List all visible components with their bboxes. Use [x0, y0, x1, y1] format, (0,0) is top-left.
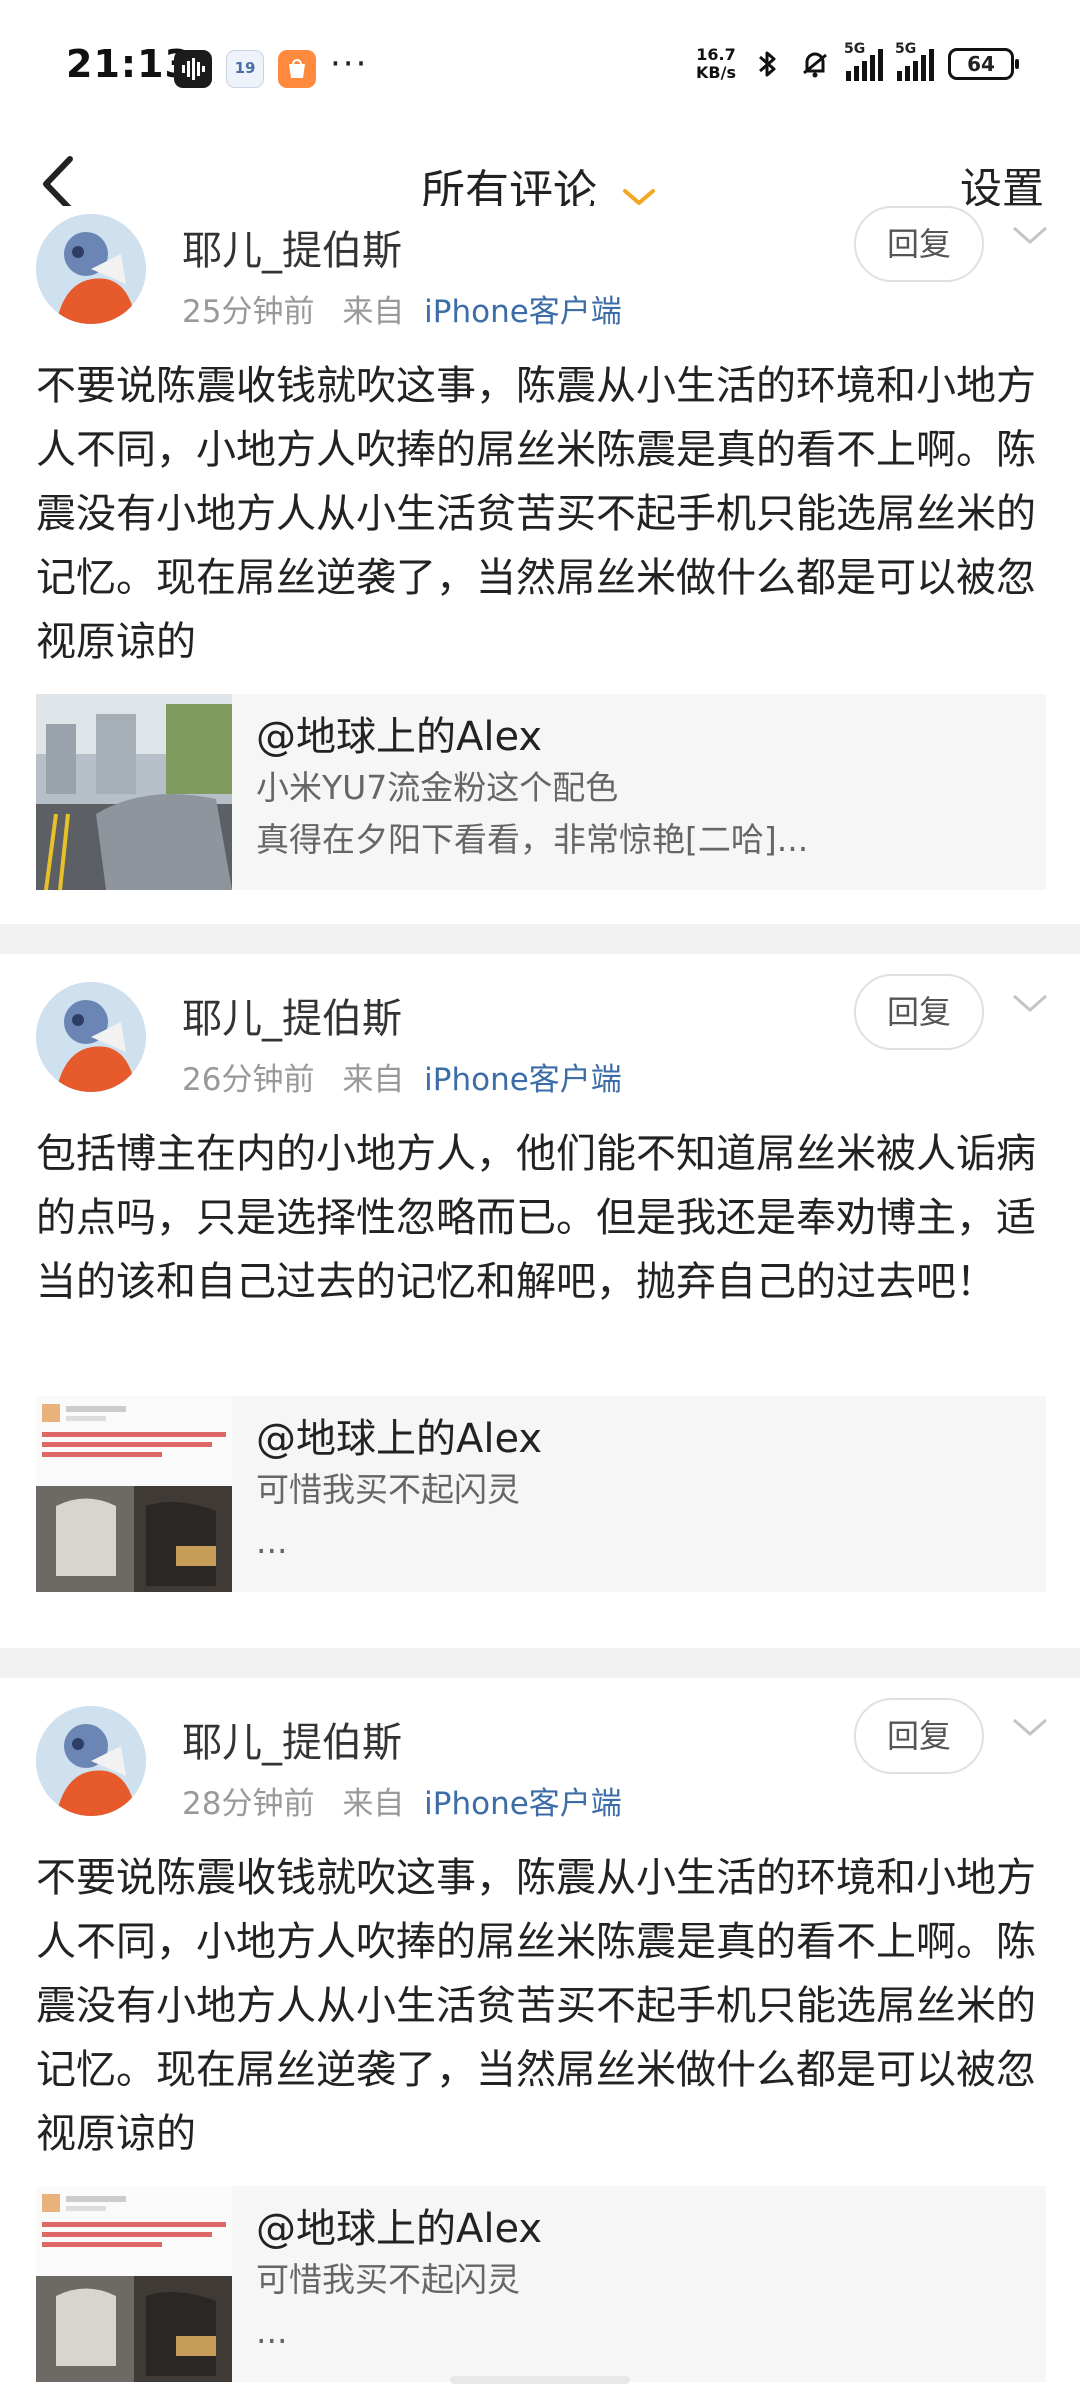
- quoted-post-line: 可惜我买不起闪灵: [256, 2260, 520, 2299]
- quoted-post-card[interactable]: @地球上的Alex 可惜我买不起闪灵 ...: [36, 1396, 1046, 1592]
- username[interactable]: 耶儿_提伯斯: [182, 986, 402, 1044]
- status-bar: 21:13 19 ··· 16.7 KB/s 5G 5G 64: [0, 0, 1080, 135]
- music-app-icon: [174, 50, 212, 88]
- quoted-post-line: 可惜我买不起闪灵: [256, 1470, 520, 1509]
- more-options-icon[interactable]: [1010, 984, 1050, 1024]
- comment-meta: 28分钟前 来自 iPhone客户端: [182, 1778, 622, 1823]
- comment-list: 耶儿_提伯斯 25分钟前 来自 iPhone客户端 回复 不要说陈震收钱就吹这事…: [0, 206, 1080, 2382]
- post-thumbnail: [36, 1396, 232, 1592]
- comment-item: 耶儿_提伯斯 25分钟前 来自 iPhone客户端 回复 不要说陈震收钱就吹这事…: [0, 206, 1080, 924]
- more-notifications-icon: ···: [330, 44, 369, 84]
- comment-meta: 26分钟前 来自 iPhone客户端: [182, 1054, 622, 1099]
- comment-text: 不要说陈震收钱就吹这事，陈震从小生活的环境和小地方人不同，小地方人吹捧的屌丝米陈…: [36, 1855, 1036, 2157]
- avatar[interactable]: [36, 982, 146, 1092]
- comment-client[interactable]: iPhone客户端: [424, 294, 622, 330]
- reply-button[interactable]: 回复: [854, 974, 984, 1050]
- comment-client[interactable]: iPhone客户端: [424, 1062, 622, 1098]
- post-thumbnail: [36, 2186, 232, 2382]
- comment-text: 不要说陈震收钱就吹这事，陈震从小生活的环境和小地方人不同，小地方人吹捧的屌丝米陈…: [36, 363, 1036, 665]
- avatar[interactable]: [36, 1706, 146, 1816]
- quoted-post-card[interactable]: @地球上的Alex 小米YU7流金粉这个配色 真得在夕阳下看看，非常惊艳[二哈]…: [36, 694, 1046, 890]
- post-thumbnail: [36, 694, 232, 890]
- divider: [0, 1648, 1080, 1678]
- signal-icon-2: 5G: [895, 41, 934, 81]
- mute-bell-icon: [798, 47, 832, 81]
- comment-from: 来自: [342, 1786, 405, 1822]
- username[interactable]: 耶儿_提伯斯: [182, 1710, 402, 1768]
- quoted-post-line: ...: [256, 1522, 288, 1561]
- more-options-icon[interactable]: [1010, 216, 1050, 256]
- quoted-post-line: 真得在夕阳下看看，非常惊艳[二哈]...: [256, 820, 809, 859]
- comment-meta: 25分钟前 来自 iPhone客户端: [182, 286, 622, 331]
- comment-text: 包括博主在内的小地方人，他们能不知道屌丝米被人诟病的点吗，只是选择性忽略而已。但…: [36, 1131, 1036, 1305]
- quoted-post-line: 小米YU7流金粉这个配色: [256, 768, 619, 807]
- comment-item: 耶儿_提伯斯 28分钟前 来自 iPhone客户端 回复 不要说陈震收钱就吹这事…: [0, 1678, 1080, 2382]
- network-speed: 16.7 KB/s: [696, 45, 736, 82]
- comment-time: 26分钟前: [182, 1062, 315, 1098]
- username[interactable]: 耶儿_提伯斯: [182, 218, 402, 276]
- comment-time: 25分钟前: [182, 294, 315, 330]
- battery-icon: 64: [948, 48, 1019, 80]
- gesture-bar[interactable]: [450, 2376, 630, 2384]
- calendar-app-icon: 19: [226, 50, 264, 88]
- reply-button[interactable]: 回复: [854, 206, 984, 282]
- quoted-post-author: @地球上的Alex: [256, 1416, 543, 1462]
- reply-button[interactable]: 回复: [854, 1698, 984, 1774]
- shopping-app-icon: [278, 50, 316, 88]
- comment-from: 来自: [342, 1062, 405, 1098]
- signal-icon: 5G: [844, 41, 883, 81]
- quoted-post-line: ...: [256, 2312, 288, 2351]
- avatar[interactable]: [36, 214, 146, 324]
- quoted-post-card[interactable]: @地球上的Alex 可惜我买不起闪灵 ...: [36, 2186, 1046, 2382]
- comment-client[interactable]: iPhone客户端: [424, 1786, 622, 1822]
- divider: [0, 924, 1080, 954]
- quoted-post-author: @地球上的Alex: [256, 714, 543, 760]
- quoted-post-author: @地球上的Alex: [256, 2206, 543, 2252]
- bluetooth-icon: [750, 47, 784, 81]
- comment-time: 28分钟前: [182, 1786, 315, 1822]
- comment-from: 来自: [342, 294, 405, 330]
- more-options-icon[interactable]: [1010, 1708, 1050, 1748]
- comment-item: 耶儿_提伯斯 26分钟前 来自 iPhone客户端 回复 包括博主在内的小地方人…: [0, 954, 1080, 1648]
